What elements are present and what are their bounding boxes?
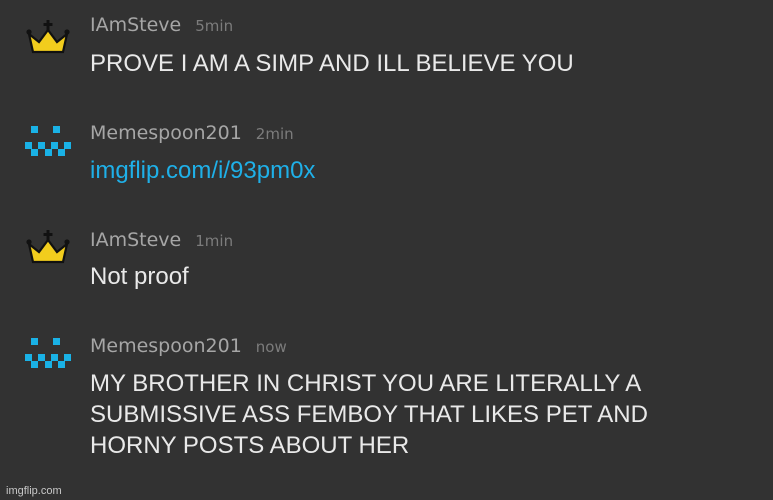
pixel-face-icon (25, 338, 71, 368)
message-header: Memespoon201 now (90, 335, 287, 357)
crown-icon (26, 230, 70, 264)
message-header: IAmSteve 1min (90, 229, 233, 251)
message-link[interactable]: imgflip.com/i/93pm0x (90, 155, 315, 186)
pixel-face-icon (25, 126, 71, 156)
username[interactable]: Memespoon201 (90, 335, 242, 357)
message-text: MY BROTHER IN CHRIST YOU ARE LITERALLY A… (90, 370, 648, 459)
timestamp: 5min (195, 17, 234, 35)
crown-icon (26, 20, 70, 54)
username[interactable]: IAmSteve (90, 229, 181, 251)
timestamp: 2min (255, 125, 294, 143)
username[interactable]: IAmSteve (90, 14, 181, 36)
timestamp: now (255, 338, 287, 356)
message-header: IAmSteve 5min (90, 14, 233, 36)
message-header: Memespoon201 2min (90, 122, 294, 144)
timestamp: 1min (195, 232, 234, 250)
message-text: PROVE I AM A SIMP AND ILL BELIEVE YOU (90, 50, 574, 77)
watermark: imgflip.com (6, 485, 62, 497)
username[interactable]: Memespoon201 (90, 122, 242, 144)
message-text: Not proof (90, 263, 189, 290)
